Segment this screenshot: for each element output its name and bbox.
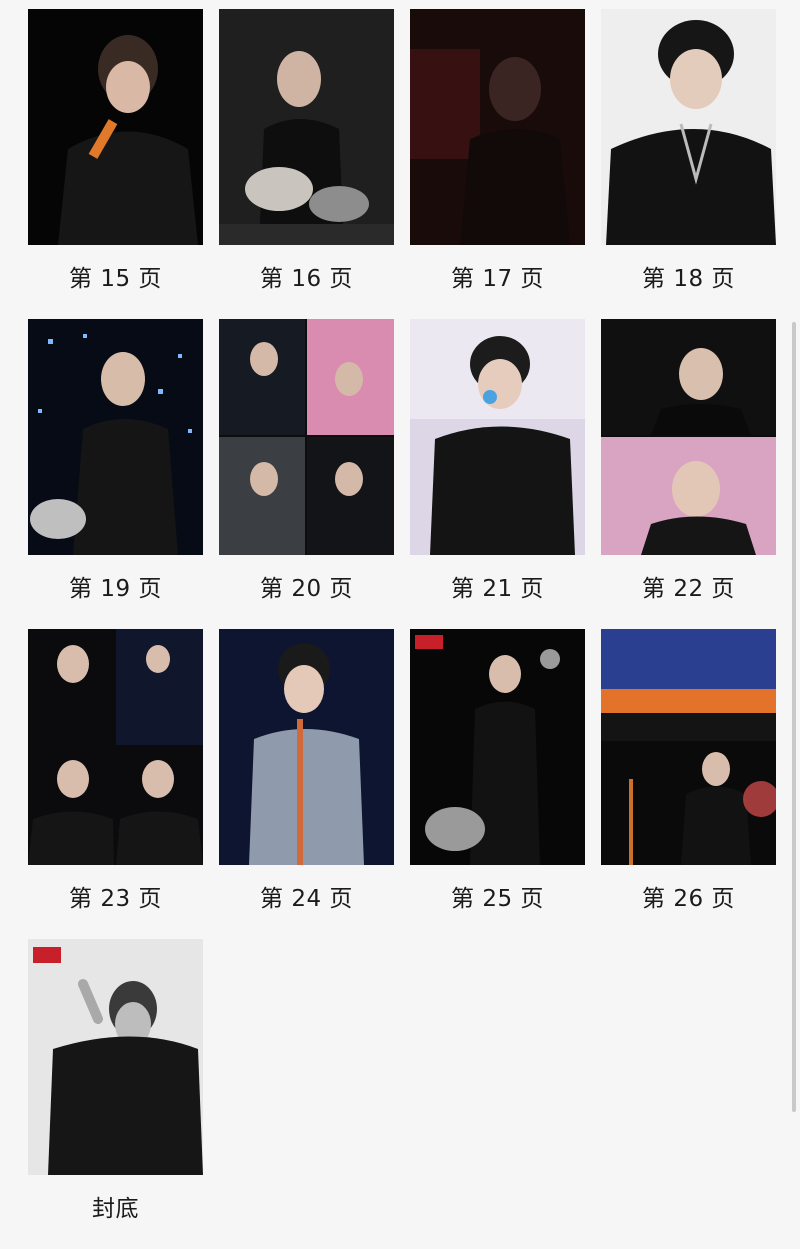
vertical-scrollbar[interactable]: [792, 322, 796, 1112]
page-image-18: [601, 9, 776, 245]
page-label-21: 第 21 页: [451, 576, 544, 602]
page-label-23: 第 23 页: [69, 886, 162, 912]
page-thumbnail-26[interactable]: 第 26 页: [601, 629, 776, 939]
page-thumbnail-23[interactable]: 第 23 页: [28, 629, 203, 939]
page-image-25: [410, 629, 585, 865]
page-thumbnail-20[interactable]: 第 20 页: [219, 319, 394, 629]
page-image-26: [601, 629, 776, 865]
page-label-15: 第 15 页: [69, 266, 162, 292]
page-image-21: [410, 319, 585, 555]
page-thumbnail-19[interactable]: 第 19 页: [28, 319, 203, 629]
page-thumbnail-25[interactable]: 第 25 页: [410, 629, 585, 939]
page-label-19: 第 19 页: [69, 576, 162, 602]
page-thumbnail-22[interactable]: 第 22 页: [601, 319, 776, 629]
page-label-16: 第 16 页: [260, 266, 353, 292]
page-label-22: 第 22 页: [642, 576, 735, 602]
page-label-20: 第 20 页: [260, 576, 353, 602]
page-thumbnail-16[interactable]: 第 16 页: [219, 9, 394, 319]
page-image-23: [28, 629, 203, 865]
page-thumbnail-17[interactable]: 第 17 页: [410, 9, 585, 319]
page-thumbnail-15[interactable]: 第 15 页: [28, 9, 203, 319]
page-thumbnail-24[interactable]: 第 24 页: [219, 629, 394, 939]
page-label-17: 第 17 页: [451, 266, 544, 292]
page-thumbnail-18[interactable]: 第 18 页: [601, 9, 776, 319]
page-thumbnail-back-cover[interactable]: 封底: [28, 939, 203, 1249]
page-label-26: 第 26 页: [642, 886, 735, 912]
page-label-25: 第 25 页: [451, 886, 544, 912]
page-label-back-cover: 封底: [92, 1196, 139, 1222]
page-image-22: [601, 319, 776, 555]
page-image-24: [219, 629, 394, 865]
page-image-19: [28, 319, 203, 555]
page-label-18: 第 18 页: [642, 266, 735, 292]
page-thumbnail-grid: 第 15 页 第 16 页 第 17 页 第 18 页 第 19 页 第 20 …: [28, 9, 776, 1249]
page-image-back-cover: [28, 939, 203, 1175]
page-thumbnail-21[interactable]: 第 21 页: [410, 319, 585, 629]
page-image-17: [410, 9, 585, 245]
page-image-16: [219, 9, 394, 245]
page-image-20: [219, 319, 394, 555]
page-image-15: [28, 9, 203, 245]
page-label-24: 第 24 页: [260, 886, 353, 912]
